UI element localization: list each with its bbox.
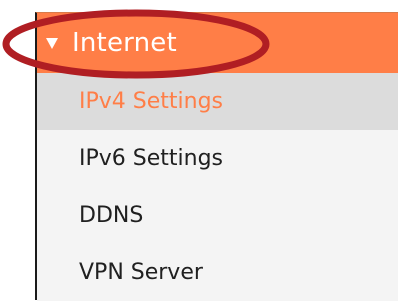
menu-item-ipv4-settings[interactable]: IPv4 Settings bbox=[37, 73, 398, 130]
submenu-list: IPv4 Settings IPv6 Settings DDNS VPN Ser… bbox=[37, 73, 398, 301]
triangle-down-icon bbox=[46, 38, 58, 49]
menu-header-label: Internet bbox=[72, 28, 177, 58]
menu-item-ddns[interactable]: DDNS bbox=[37, 187, 398, 244]
menu-item-vpn-server[interactable]: VPN Server bbox=[37, 244, 398, 301]
menu-header-internet[interactable]: Internet bbox=[37, 13, 398, 73]
internet-menu: Internet IPv4 Settings IPv6 Settings DDN… bbox=[35, 12, 398, 301]
menu-item-ipv6-settings[interactable]: IPv6 Settings bbox=[37, 130, 398, 187]
